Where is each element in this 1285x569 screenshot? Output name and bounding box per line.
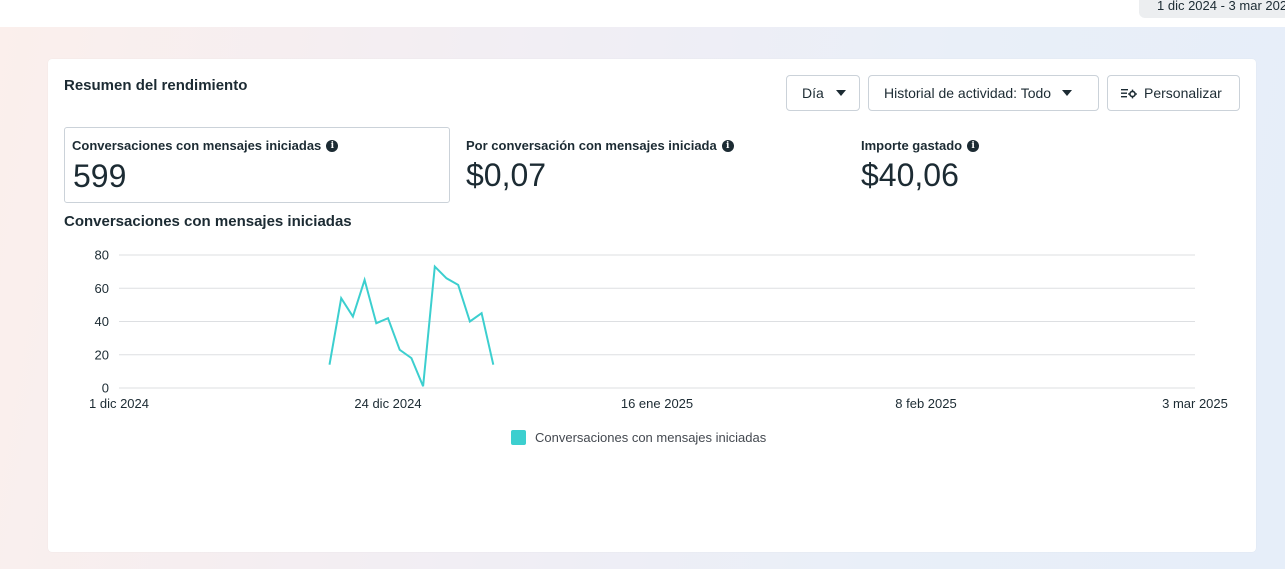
x-tick-label: 24 dic 2024	[354, 396, 421, 411]
performance-summary-card: Resumen del rendimiento Día Historial de…	[48, 59, 1256, 552]
x-tick-label: 8 feb 2025	[895, 396, 956, 411]
y-tick-label: 20	[95, 347, 109, 362]
line-chart: 0 20 40 60 80 1 dic 2024 24 dic 2024 16 ene 202…	[89, 248, 1228, 412]
x-tick-label: 3 mar 2025	[1162, 396, 1228, 411]
y-tick-label: 0	[102, 381, 109, 396]
chart-legend[interactable]: Conversaciones con mensajes iniciadas	[511, 430, 766, 445]
y-tick-label: 80	[95, 248, 109, 263]
legend-label: Conversaciones con mensajes iniciadas	[535, 430, 767, 445]
top-bar: 1 dic 2024 - 3 mar 2025	[0, 0, 1285, 27]
y-tick-label: 40	[95, 314, 109, 329]
legend-swatch	[511, 430, 526, 445]
x-tick-label: 16 ene 2025	[621, 396, 693, 411]
date-range-picker[interactable]: 1 dic 2024 - 3 mar 2025	[1139, 0, 1285, 18]
x-tick-label: 1 dic 2024	[89, 396, 149, 411]
series-line	[328, 264, 495, 387]
y-tick-label: 60	[95, 281, 109, 296]
